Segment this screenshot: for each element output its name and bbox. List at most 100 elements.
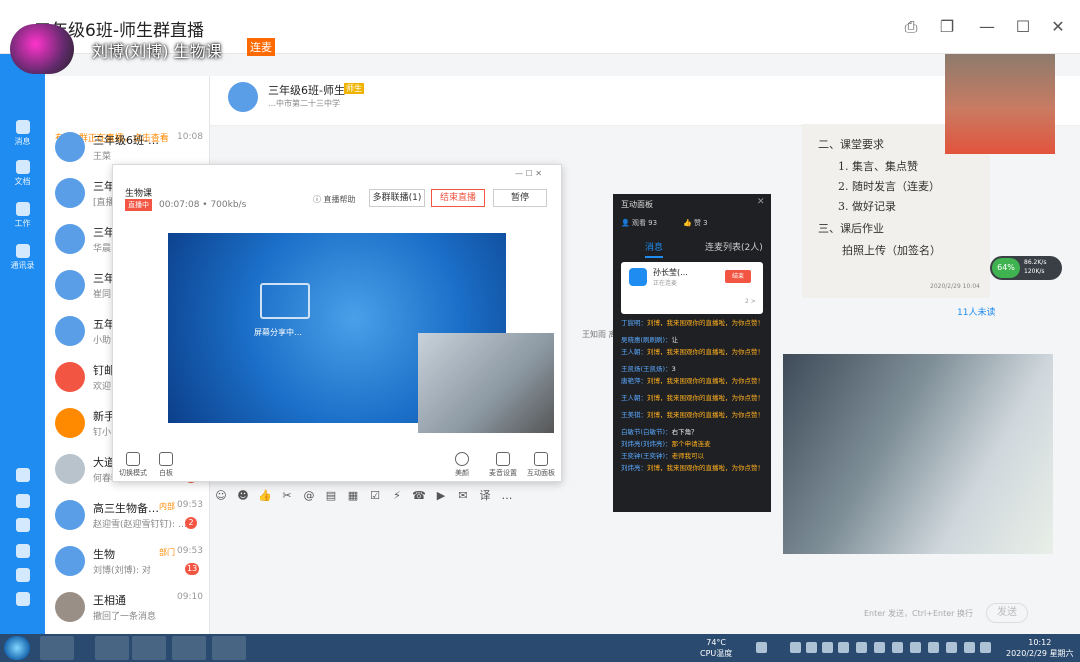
- conversation-preview: 崔同: [93, 290, 112, 300]
- contacts-icon: [15, 244, 30, 258]
- tray-icon[interactable]: [790, 642, 801, 653]
- smile-icon[interactable]: ☻: [232, 489, 254, 502]
- volume-icon[interactable]: [892, 642, 903, 653]
- screen-pin-icon[interactable]: ⎙: [898, 14, 924, 40]
- word-icon[interactable]: [132, 636, 166, 660]
- tray-icon[interactable]: [822, 642, 833, 653]
- beauty-button[interactable]: 美颜: [455, 452, 469, 478]
- unread-count[interactable]: 11人未读: [957, 305, 995, 318]
- mic-icon: [496, 452, 510, 466]
- panel-message: 唐艳萍：刘博，我来围观你的直播啦，为你点赞！: [621, 376, 767, 387]
- tab-link-list[interactable]: 连麦列表(2人): [705, 240, 763, 253]
- tray-icon[interactable]: [980, 642, 991, 653]
- folder-icon[interactable]: ▤: [320, 489, 342, 502]
- calendar-icon[interactable]: ▦: [342, 489, 364, 502]
- tile-window-icon[interactable]: ❐: [934, 14, 960, 40]
- multi-group-button[interactable]: 多群联播(1): [369, 189, 425, 207]
- video-icon[interactable]: ▶: [430, 489, 452, 502]
- avatar: [55, 132, 85, 162]
- minimize-button[interactable]: —: [974, 14, 1000, 40]
- tray-icon[interactable]: [928, 642, 939, 653]
- end-link-button[interactable]: 结束: [725, 270, 751, 283]
- message-user: 唐艳萍：: [621, 377, 647, 385]
- maximize-button[interactable]: ☐: [1010, 14, 1036, 40]
- message-text: 那个申请连麦: [671, 440, 711, 448]
- tray-icon[interactable]: [910, 642, 921, 653]
- panel-message: 刘炜亮：刘博，我来围观你的直播啦，为你点赞！: [621, 463, 767, 474]
- app-icon[interactable]: [40, 636, 74, 660]
- more-icon[interactable]: …: [496, 489, 518, 502]
- at-icon[interactable]: @: [298, 489, 320, 502]
- message-text: 右下角？: [671, 428, 698, 436]
- dingtalk-icon[interactable]: [172, 636, 206, 660]
- link-mic-badge: 连麦: [247, 38, 275, 56]
- phone-icon[interactable]: [0, 544, 45, 560]
- sidebar-item-messages[interactable]: 消息: [0, 120, 45, 147]
- chat-icon: [15, 120, 30, 134]
- live-app-icon[interactable]: [212, 636, 246, 660]
- ding-icon[interactable]: ⚡: [386, 489, 408, 502]
- switch-mode-button[interactable]: 切换模式: [119, 452, 147, 478]
- start-button[interactable]: [4, 636, 30, 660]
- tray-icon[interactable]: [756, 642, 767, 653]
- grid-icon: [126, 452, 140, 466]
- group-avatar[interactable]: [228, 82, 258, 112]
- conversation-name: 高三生物备…: [93, 502, 159, 515]
- close-button[interactable]: ✕: [1045, 14, 1071, 40]
- network-icon[interactable]: [964, 642, 975, 653]
- screen-share-status: 屏幕分享中…: [254, 328, 302, 337]
- conversation-time: 10:08: [177, 132, 203, 142]
- panel-close-icon[interactable]: ✕: [757, 197, 765, 207]
- check-icon[interactable]: ☑: [364, 489, 386, 502]
- explorer-icon[interactable]: [95, 636, 129, 660]
- conversation-preview: 撤回了一条消息: [93, 612, 157, 622]
- panel-message: 白敏节(白敏节)：右下角？: [621, 427, 767, 438]
- conversation-preview: 赵迎雪(赵迎雪钉钉): …: [93, 520, 187, 530]
- send-button[interactable]: 发送: [986, 603, 1028, 623]
- scissors-icon[interactable]: ✂: [276, 489, 298, 502]
- live-help-link[interactable]: ⓘ 直播帮助: [313, 194, 356, 205]
- window-controls[interactable]: — ☐ ✕: [515, 169, 542, 178]
- conversation-preview: 王菜: [93, 152, 112, 162]
- message-text: 刘博，我来围观你的直播啦，为你点赞！: [647, 348, 764, 356]
- mail-icon[interactable]: [0, 568, 45, 584]
- panel-message: 刘炜亮(刘炜亮)：那个申请连麦: [621, 439, 767, 450]
- sidebar-item-docs[interactable]: 文档: [0, 160, 45, 187]
- tray-icon[interactable]: [856, 642, 867, 653]
- memory-percent: 64%: [992, 258, 1020, 278]
- system-clock[interactable]: 10:12 2020/2/29 星期六: [1006, 637, 1074, 659]
- whiteboard-button[interactable]: 白板: [159, 452, 173, 478]
- calendar-icon[interactable]: [0, 468, 45, 484]
- conversation-item[interactable]: 生物 部门 09:53 刘博(刘博): 对 13: [45, 540, 210, 586]
- interaction-panel-button[interactable]: 互动面板: [527, 452, 555, 478]
- message-text: 刘博，我来围观你的直播啦，为你点赞！: [647, 319, 764, 327]
- network-speed-widget[interactable]: 64% 86.2K/s 120K/s: [990, 256, 1062, 280]
- pause-button[interactable]: 暂停: [493, 189, 547, 207]
- apps-icon: [15, 202, 30, 216]
- avatar: [55, 546, 85, 576]
- whiteboard-line: 2. 随时发言（连麦）: [838, 180, 940, 193]
- mail-icon[interactable]: ✉: [452, 489, 474, 502]
- tab-messages[interactable]: 消息: [645, 240, 664, 258]
- thumb-icon: 👍: [683, 219, 694, 227]
- tray-icon[interactable]: [838, 642, 849, 653]
- tray-icon[interactable]: [806, 642, 817, 653]
- sidebar-item-work[interactable]: 工作: [0, 202, 45, 229]
- conversation-item[interactable]: 王相通 09:10 撤回了一条消息: [45, 586, 210, 632]
- todo-icon[interactable]: [0, 494, 45, 510]
- tray-icon[interactable]: [874, 642, 885, 653]
- conversation-item[interactable]: 高三生物备… 内部 09:53 赵迎雪(赵迎雪钉钉): … 2: [45, 494, 210, 540]
- mic-settings-button[interactable]: 麦音设置: [489, 452, 517, 478]
- link-count[interactable]: 2 >: [745, 298, 756, 305]
- end-live-button[interactable]: 结束直播: [431, 189, 485, 207]
- tray-icon[interactable]: [946, 642, 957, 653]
- thumb-icon[interactable]: 👍: [254, 489, 276, 502]
- emoji-icon[interactable]: ☺: [210, 489, 232, 502]
- settings-icon[interactable]: [0, 592, 45, 608]
- phone-icon[interactable]: ☎: [408, 489, 430, 502]
- screen: 三年级6班-师生群直播 ⎙ ❐ — ☐ ✕ 消息 文档 工作 通讯录 有2个群正…: [0, 0, 1080, 662]
- ding-icon[interactable]: [0, 518, 45, 534]
- screen-share-icon: [260, 283, 310, 319]
- sidebar-item-contacts[interactable]: 通讯录: [0, 244, 45, 271]
- translate-icon[interactable]: 译: [474, 487, 496, 503]
